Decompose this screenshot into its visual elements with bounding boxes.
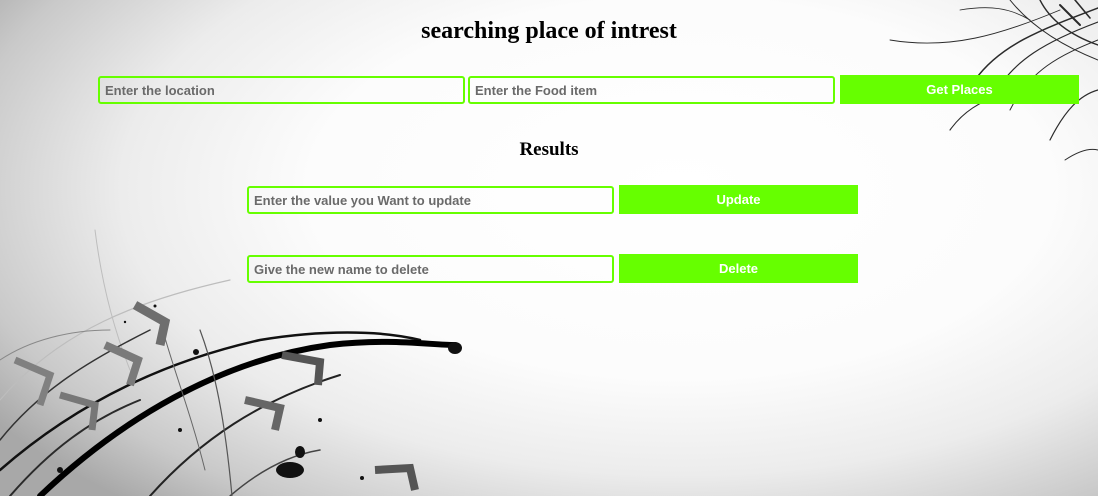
update-button[interactable]: Update (619, 185, 858, 214)
delete-button[interactable]: Delete (619, 254, 858, 283)
bottom-left-chevrons (13, 301, 419, 491)
update-value-input[interactable] (247, 186, 614, 214)
bottom-left-splatter (57, 304, 462, 480)
delete-name-input[interactable] (247, 255, 614, 283)
page-title: searching place of intrest (421, 18, 677, 44)
location-input[interactable] (98, 76, 465, 104)
food-item-input[interactable] (468, 76, 835, 104)
results-heading: Results (519, 139, 579, 160)
get-places-button[interactable]: Get Places (840, 75, 1079, 104)
